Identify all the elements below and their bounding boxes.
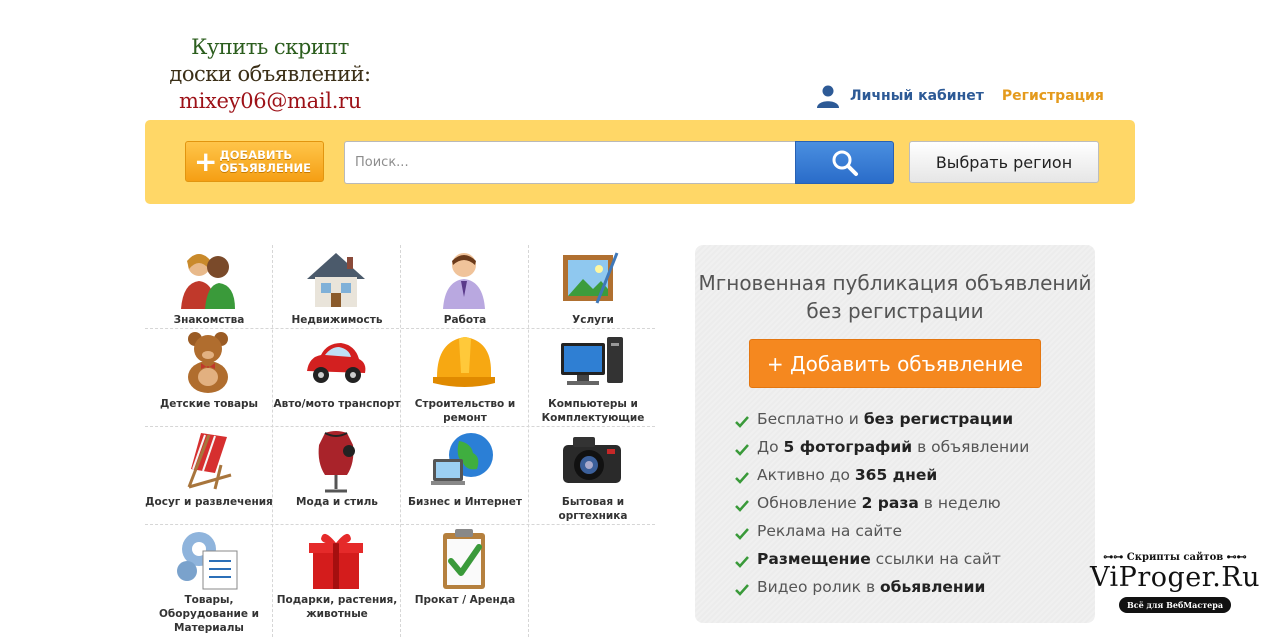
gears-icon	[177, 532, 238, 590]
feature-item: Бесплатно и без регистрации	[735, 405, 1029, 433]
feature-item: До 5 фотографий в объявлении	[735, 433, 1029, 461]
category-fashion[interactable]: Мода и стиль	[273, 427, 401, 524]
category-auto[interactable]: Авто/мото транспорт	[273, 329, 401, 426]
search-input[interactable]	[344, 141, 796, 184]
worker-icon	[443, 253, 485, 309]
feature-text: Активно до 365 дней	[757, 466, 938, 484]
feature-item: Обновление 2 раза в неделю	[735, 489, 1029, 517]
category-computers[interactable]: Компьютеры и Комплектующие	[529, 329, 657, 426]
category-label: Строительство и ремонт	[414, 398, 516, 424]
feature-text: Видео ролик в обьявлении	[757, 578, 986, 596]
watermark: ⊶⊶ Скрипты сайтов ⊷⊷ ViProger.Ru Всё для…	[1082, 552, 1268, 613]
feature-item: Реклама на сайте	[735, 517, 1029, 545]
gift-icon	[309, 533, 363, 589]
panel-title-line-1: Мгновенная публикация объявлений	[698, 271, 1092, 295]
feature-item: Активно до 365 дней	[735, 461, 1029, 489]
checkmark-icon	[735, 500, 749, 512]
feature-item: Видео ролик в обьявлении	[735, 573, 1029, 601]
category-label: Товары, Оборудование и Материалы	[158, 594, 259, 634]
category-rental[interactable]: Прокат / Аренда	[401, 525, 529, 637]
category-kids[interactable]: Детские товары	[145, 329, 273, 426]
user-icon	[817, 85, 839, 108]
category-goods[interactable]: Товары, Оборудование и Материалы	[145, 525, 273, 637]
checkmark-icon	[735, 556, 749, 568]
search-button[interactable]	[795, 141, 894, 184]
category-label: Компьютеры и Комплектующие	[541, 398, 645, 424]
category-label: Авто/мото транспорт	[273, 398, 401, 410]
logo-line-2: доски объявлений:	[169, 62, 371, 86]
category-gifts[interactable]: Подарки, растения, животные	[273, 525, 401, 637]
panel-title-line-2: без регистрации	[806, 299, 984, 323]
register-link[interactable]: Регистрация	[1002, 88, 1104, 104]
category-dating[interactable]: Знакомства	[145, 245, 273, 328]
category-label: Прокат / Аренда	[414, 594, 516, 606]
feature-text: Реклама на сайте	[757, 522, 902, 540]
house-icon	[307, 253, 365, 307]
feature-text: Обновление 2 раза в неделю	[757, 494, 1001, 512]
category-label: Бытовая и оргтехника	[558, 496, 628, 522]
add-listing-label: ДОБАВИТЬ ОБЪЯВЛЕНИЕ	[219, 147, 311, 175]
hard-hat-icon	[433, 337, 495, 387]
search-icon	[832, 150, 858, 176]
feature-text: До 5 фотографий в объявлении	[757, 438, 1030, 456]
add-listing-button[interactable]: + ДОБАВИТЬ ОБЪЯВЛЕНИЕ	[185, 141, 324, 182]
watermark-sub: Всё для ВебМастера	[1118, 597, 1232, 613]
add-listing-line-2: ОБЪЯВЛЕНИЕ	[219, 160, 311, 175]
clipboard-icon	[443, 529, 485, 589]
category-real-estate[interactable]: Недвижимость	[273, 245, 401, 328]
select-region-button[interactable]: Выбрать регион	[909, 141, 1099, 183]
watermark-main: ViProger.Ru	[1090, 562, 1260, 593]
checkmark-icon	[735, 472, 749, 484]
category-label: Подарки, растения, животные	[276, 594, 398, 620]
category-work[interactable]: Работа	[401, 245, 529, 328]
panel-title: Мгновенная публикация объявлений без рег…	[695, 269, 1095, 325]
car-icon	[307, 343, 366, 383]
logo-line-3: mixey06@mail.ru	[178, 89, 362, 113]
camera-icon	[563, 437, 621, 483]
checkmark-icon	[735, 444, 749, 456]
search-bar: + ДОБАВИТЬ ОБЪЯВЛЕНИЕ Выбрать регион	[145, 120, 1135, 204]
globe-icon	[431, 433, 493, 485]
category-label: Работа	[443, 314, 487, 326]
logo-line-1: Купить скрипт	[191, 35, 349, 59]
category-business[interactable]: Бизнес и Интернет	[401, 427, 529, 524]
category-label: Услуги	[572, 314, 614, 326]
features-list: Бесплатно и без регистрации До 5 фотогра…	[735, 405, 1029, 601]
checkmark-icon	[735, 416, 749, 428]
category-leisure[interactable]: Досуг и развлечения	[145, 427, 273, 524]
people-icon	[181, 254, 235, 309]
feature-item: Размещение ссылки на сайт	[735, 545, 1029, 573]
teddy-bear-icon	[188, 332, 228, 393]
category-label: Недвижимость	[291, 314, 383, 326]
mannequin-icon	[318, 431, 355, 493]
category-services[interactable]: Услуги	[529, 245, 657, 328]
category-appliances[interactable]: Бытовая и оргтехника	[529, 427, 657, 524]
category-label: Детские товары	[159, 398, 259, 410]
category-label: Знакомства	[173, 314, 245, 326]
checkmark-icon	[735, 528, 749, 540]
painting-icon	[563, 252, 619, 304]
add-listing-cta-button[interactable]: + Добавить объявление	[749, 339, 1041, 388]
beach-chair-icon	[187, 433, 232, 490]
category-label: Мода и стиль	[296, 496, 378, 508]
computer-icon	[561, 337, 623, 385]
account-links: Личный кабинет Регистрация	[816, 84, 1104, 108]
feature-text: Размещение ссылки на сайт	[757, 550, 1001, 568]
plus-icon: +	[194, 144, 218, 178]
feature-text: Бесплатно и без регистрации	[757, 410, 1014, 428]
instant-publish-panel: Мгновенная публикация объявлений без рег…	[695, 245, 1095, 623]
category-label: Досуг и развлечения	[145, 496, 273, 508]
personal-cabinet-link[interactable]: Личный кабинет	[850, 88, 984, 104]
add-listing-line-1: ДОБАВИТЬ	[219, 147, 293, 162]
checkmark-icon	[735, 584, 749, 596]
category-label: Бизнес и Интернет	[408, 496, 522, 508]
category-construction[interactable]: Строительство и ремонт	[401, 329, 529, 426]
site-logo[interactable]: Купить скрипт доски объявлений: mixey06@…	[165, 34, 375, 115]
